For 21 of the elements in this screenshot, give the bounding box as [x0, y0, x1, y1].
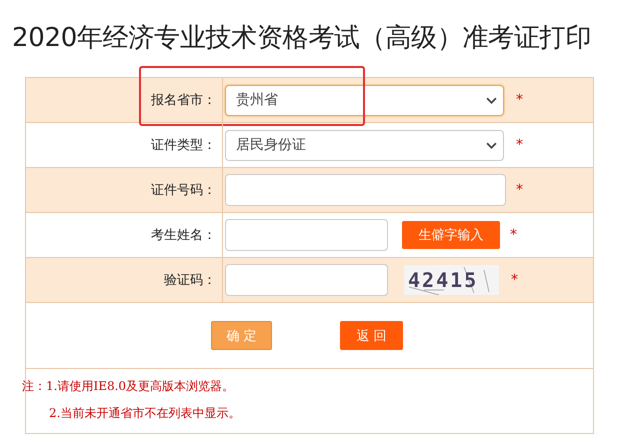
required-mark: * — [511, 272, 518, 288]
note-text: 2.当前未开通省市不在列表中显示。 — [49, 405, 242, 422]
required-mark: * — [516, 182, 523, 198]
field-label: 证件号码： — [151, 182, 216, 199]
field-label: 报名省市： — [151, 92, 216, 109]
dropdown[interactable]: 居民身份证 — [225, 130, 504, 160]
field-label: 验证码： — [164, 272, 216, 289]
chevron-down-icon — [486, 142, 497, 148]
page-title: 2020年经济专业技术资格考试（高级）准考证打印 — [12, 22, 592, 55]
required-mark: * — [516, 137, 523, 153]
input-field[interactable] — [225, 219, 388, 251]
input-field[interactable] — [225, 264, 388, 296]
required-mark: * — [516, 92, 523, 108]
chevron-down-icon — [486, 96, 497, 104]
field-label: 证件类型： — [151, 137, 216, 154]
dropdown[interactable]: 贵州省 — [225, 84, 504, 116]
field-label: 考生姓名： — [151, 227, 216, 244]
note-text: 注：1.请使用IE8.0及更高版本浏览器。 — [22, 378, 236, 395]
required-mark: * — [510, 227, 517, 243]
input-field[interactable] — [225, 174, 506, 206]
captcha-image[interactable]: 42415 — [404, 265, 499, 295]
